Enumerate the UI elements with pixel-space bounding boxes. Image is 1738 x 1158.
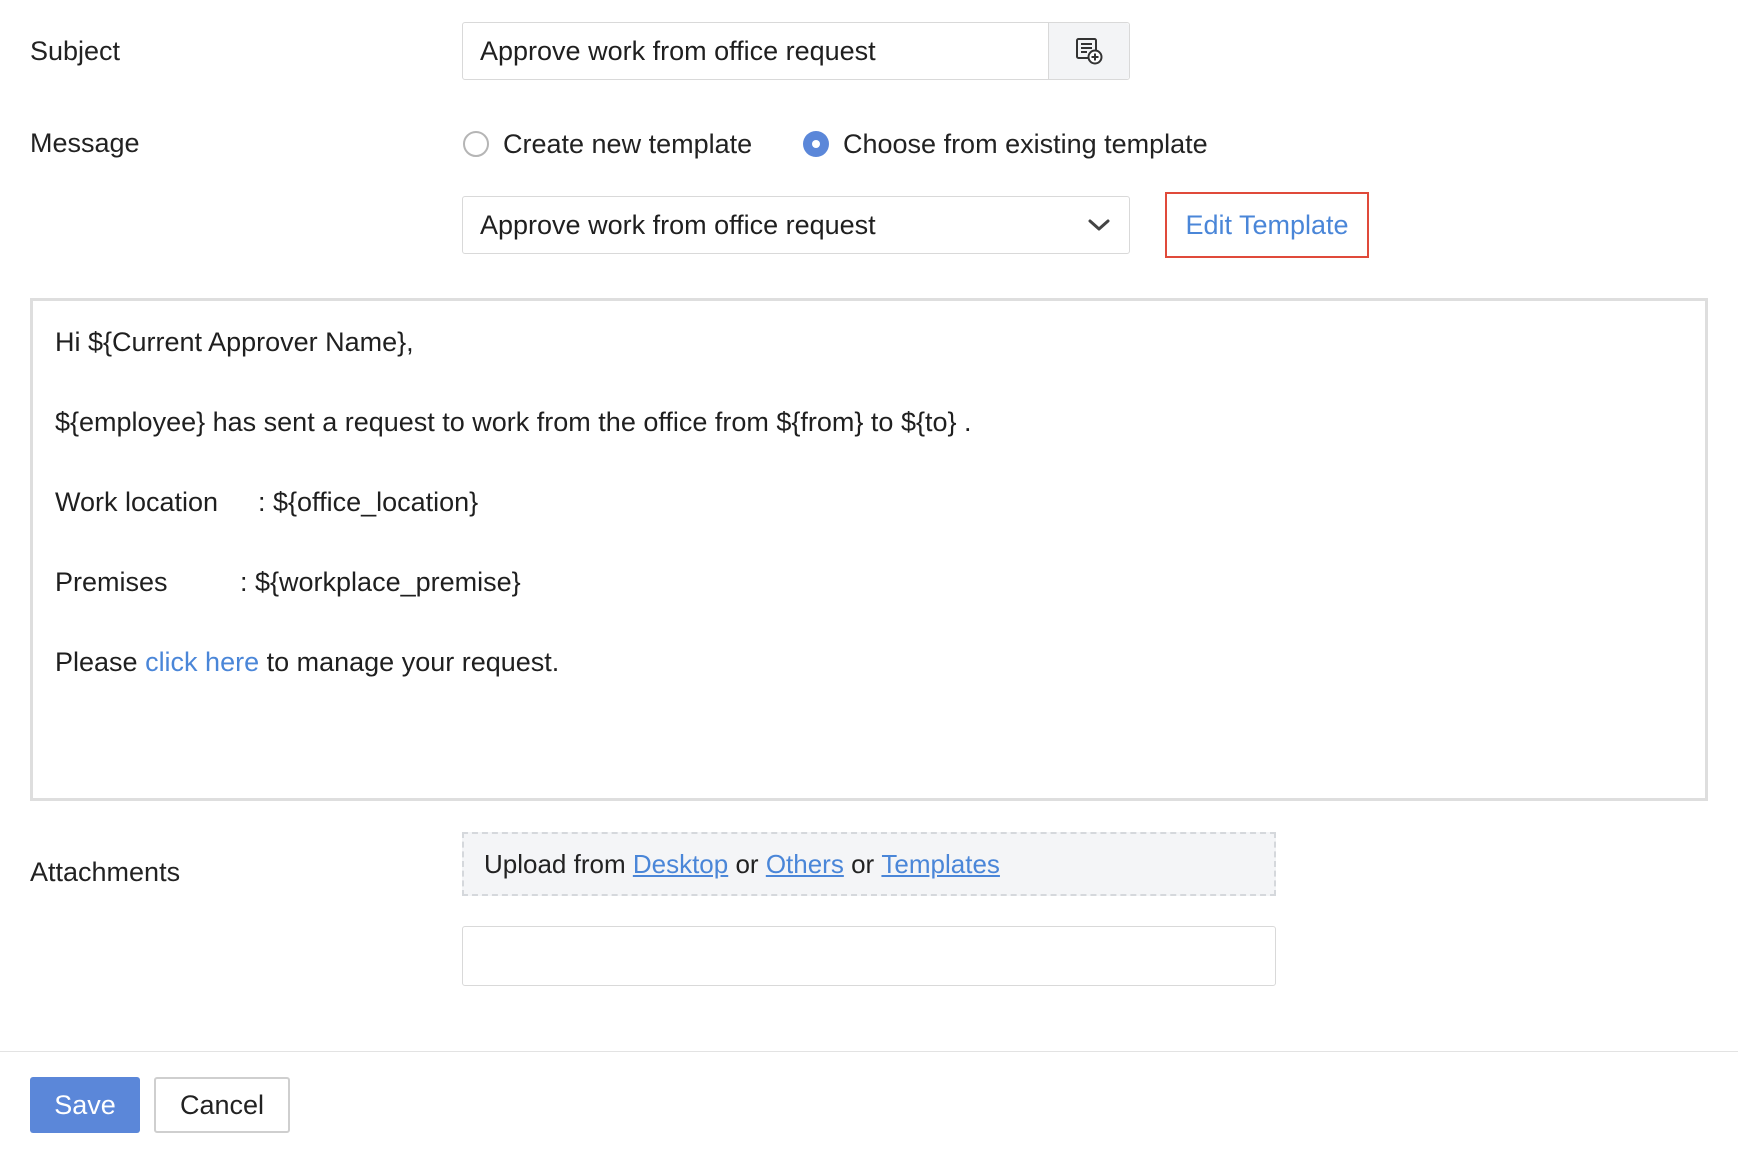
save-button[interactable]: Save [30, 1077, 140, 1133]
insert-field-icon [1076, 38, 1103, 65]
radio-create-new-circle[interactable] [463, 131, 489, 157]
insert-field-button[interactable] [1048, 23, 1129, 79]
editor-premises-value: : ${workplace_premise} [240, 567, 521, 597]
template-select-value: Approve work from office request [480, 209, 876, 240]
editor-premises-label: Premises [55, 567, 168, 597]
chevron-down-icon [1087, 217, 1111, 233]
editor-please-suffix: to manage your request. [259, 647, 560, 677]
attachments-label: Attachments [30, 857, 181, 887]
radio-create-new[interactable]: Create new template [463, 126, 752, 162]
upload-or-2: or [843, 848, 882, 879]
radio-choose-existing[interactable]: Choose from existing template [803, 126, 1208, 162]
upload-or-1: or [728, 848, 766, 879]
upload-templates-link[interactable]: Templates [881, 849, 1000, 880]
attachments-list-field[interactable] [462, 926, 1276, 986]
edit-template-link[interactable]: Edit Template [1165, 192, 1369, 258]
click-here-link[interactable]: click here [145, 647, 259, 677]
subject-field[interactable]: Approve work from office request [462, 22, 1130, 80]
radio-choose-existing-circle[interactable] [803, 131, 829, 157]
editor-work-location-value: : ${office_location} [258, 487, 479, 517]
editor-please-line: Please click here to manage your request… [55, 647, 559, 678]
template-select[interactable]: Approve work from office request [462, 196, 1130, 254]
editor-request-line: ${employee} has sent a request to work f… [55, 407, 972, 437]
upload-others-link[interactable]: Others [766, 849, 844, 880]
upload-dropzone[interactable]: Upload from Desktop or Others or Templat… [462, 832, 1276, 896]
editor-work-location-label: Work location [55, 487, 219, 517]
message-editor[interactable]: Hi ${Current Approver Name}, ${employee}… [30, 298, 1708, 801]
editor-greeting: Hi ${Current Approver Name}, [55, 327, 414, 357]
radio-create-new-label: Create new template [503, 128, 753, 159]
editor-please-prefix: Please [55, 647, 146, 677]
upload-prefix: Upload from [484, 848, 633, 879]
cancel-button[interactable]: Cancel [154, 1077, 290, 1133]
subject-label: Subject [30, 36, 121, 66]
upload-desktop-link[interactable]: Desktop [633, 849, 728, 880]
footer-divider [0, 1051, 1738, 1052]
subject-input[interactable]: Approve work from office request [463, 23, 1048, 79]
message-label: Message [30, 128, 140, 158]
radio-choose-existing-label: Choose from existing template [843, 128, 1208, 159]
